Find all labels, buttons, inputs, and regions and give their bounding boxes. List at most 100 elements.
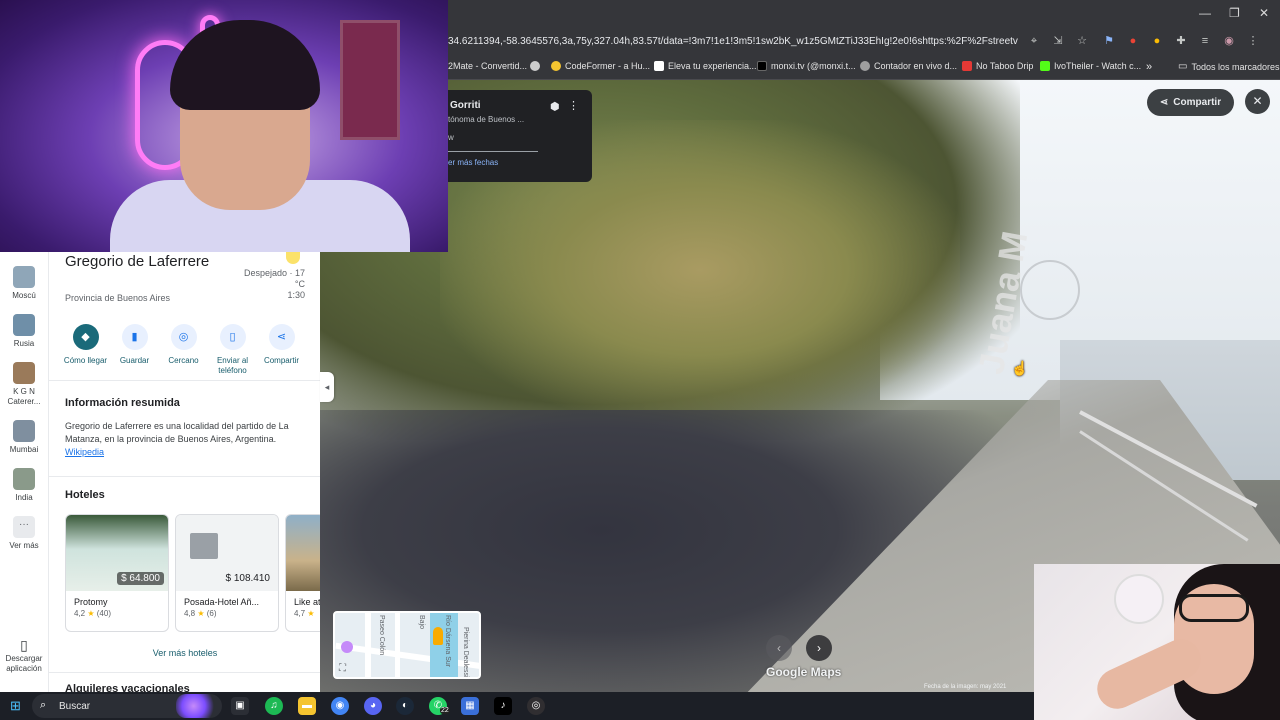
extension-yellow-icon[interactable]: ● bbox=[1150, 34, 1164, 48]
download-app-button[interactable]: ▯ Descargar aplicación bbox=[0, 638, 48, 674]
rail-item-ver-mas[interactable]: ··· Ver más bbox=[0, 516, 48, 550]
minimize-button[interactable]: — bbox=[1199, 6, 1211, 20]
directions-button[interactable]: ◆ Cómo llegar bbox=[61, 324, 110, 376]
store-icon[interactable]: ▦ bbox=[461, 697, 479, 715]
all-bookmarks-folder[interactable]: ▭ Todos los marcadores bbox=[1178, 61, 1280, 72]
task-view-icon[interactable]: ▣ bbox=[231, 697, 249, 715]
bookmark-star-icon[interactable]: ☆ bbox=[1075, 34, 1089, 48]
hotel-name: Like at bbox=[294, 597, 320, 607]
tiktok-icon[interactable]: ♪ bbox=[494, 697, 512, 715]
profile-avatar-icon[interactable]: ◉ bbox=[1222, 34, 1236, 48]
counter-icon bbox=[860, 61, 870, 71]
map-road bbox=[335, 642, 479, 670]
collapse-panel-button[interactable]: ◂ bbox=[320, 372, 334, 402]
steam-icon[interactable]: ◐ bbox=[396, 697, 414, 715]
spotify-icon[interactable]: ♫ bbox=[265, 697, 283, 715]
bookmark-label: Eleva tu experiencia... bbox=[668, 61, 757, 71]
next-arrow-button[interactable]: › bbox=[806, 635, 832, 661]
rail-item-label: Ver más bbox=[9, 541, 39, 550]
rail-item-rusia[interactable]: Rusia bbox=[0, 314, 48, 348]
expand-icon[interactable]: ⛶ bbox=[339, 663, 346, 674]
weather-time: 1:30 bbox=[287, 290, 305, 300]
wikipedia-link[interactable]: Wikipedia bbox=[65, 447, 104, 457]
globe-icon bbox=[530, 61, 540, 71]
bookmarks-overflow-button[interactable]: » bbox=[1146, 61, 1152, 73]
hotel-card[interactable]: $ 64.800 Protomy 4,2 ★ (40) bbox=[65, 514, 169, 632]
close-icon[interactable]: ✕ bbox=[1245, 89, 1270, 114]
street-name: Gorriti bbox=[450, 100, 481, 111]
rail-item-label: Rusia bbox=[13, 339, 35, 348]
rating-value: 4,2 bbox=[74, 609, 86, 618]
windows-start-icon[interactable]: ⊞ bbox=[10, 699, 24, 713]
bookmark-item[interactable]: Eleva tu experiencia... bbox=[654, 61, 757, 71]
vacation-rentals-title: Alquileres vacacionales bbox=[65, 683, 190, 692]
bookmark-item[interactable]: monxi.tv (@monxi.t... bbox=[757, 61, 856, 71]
webcam-streamer bbox=[0, 0, 448, 252]
place-panel: Gregorio de Laferrere Provincia de Bueno… bbox=[48, 252, 320, 692]
close-window-button[interactable]: ✕ bbox=[1259, 6, 1269, 20]
plush-toy bbox=[1114, 574, 1164, 624]
save-button[interactable]: ▮ Guardar bbox=[110, 324, 159, 376]
codeformer-icon bbox=[551, 61, 561, 71]
bookmark-item[interactable] bbox=[530, 61, 540, 71]
more-hotels-link[interactable]: Ver más hoteles bbox=[49, 648, 320, 658]
divider bbox=[49, 380, 320, 381]
bookmark-item[interactable]: Contador en vivo d... bbox=[860, 61, 957, 71]
star-icon: ★ bbox=[87, 609, 95, 618]
file-explorer-icon[interactable]: ▬ bbox=[298, 697, 316, 715]
rail-item-kgn[interactable]: K G N Caterer... bbox=[0, 362, 48, 407]
previous-arrow-button[interactable]: ‹ bbox=[766, 635, 792, 661]
minimap[interactable]: Río Dársena Sur Bajo Paseo Colón Pierina… bbox=[333, 611, 481, 679]
menu-kebab-icon[interactable]: ⋮ bbox=[1246, 34, 1260, 48]
whatsapp-badge: 22 bbox=[440, 707, 450, 714]
hotel-photo bbox=[286, 515, 320, 591]
location-pin-icon[interactable]: ⬢ bbox=[550, 100, 560, 113]
kick-icon bbox=[1040, 61, 1050, 71]
folder-icon: ▭ bbox=[1178, 61, 1188, 72]
bookmark-item[interactable]: IvoTheiler - Watch c... bbox=[1040, 61, 1141, 71]
place-thumbnail bbox=[13, 420, 35, 442]
place-thumbnail bbox=[13, 266, 35, 288]
nearby-button[interactable]: ◎ Cercano bbox=[159, 324, 208, 376]
location-icon[interactable]: ⌖ bbox=[1027, 34, 1041, 48]
restore-button[interactable]: ❐ bbox=[1229, 6, 1240, 20]
hotel-card[interactable]: $ 108.410 Posada-Hotel Añ... 4,8 ★ (6) bbox=[175, 514, 279, 632]
media-icon[interactable]: ≡ bbox=[1198, 34, 1212, 48]
extensions-puzzle-icon[interactable]: ✚ bbox=[1174, 34, 1188, 48]
hotel-rating: 4,7 ★ bbox=[286, 609, 320, 618]
rail-item-label: India bbox=[15, 493, 33, 502]
street-view-tag: w bbox=[448, 133, 454, 142]
directions-icon: ◆ bbox=[72, 324, 99, 350]
bookmark-item[interactable]: No Taboo Drip bbox=[962, 61, 1033, 71]
chrome-icon[interactable]: ◉ bbox=[331, 697, 349, 715]
share-place-button[interactable]: ⋖ Compartir bbox=[257, 324, 306, 376]
send-to-phone-button[interactable]: ▯ Enviar al teléfono bbox=[208, 324, 257, 376]
notaboo-icon bbox=[962, 61, 972, 71]
rail-item-mumbai[interactable]: Mumbai bbox=[0, 420, 48, 454]
obs-icon[interactable]: ◎ bbox=[527, 697, 545, 715]
bookmark-icon: ▮ bbox=[121, 324, 148, 350]
image-date: Fecha de la imagen: may 2021 bbox=[924, 684, 1007, 690]
url-text[interactable]: 34.6211394,-58.3645576,3a,75y,327.04h,83… bbox=[448, 36, 1018, 47]
discord-icon[interactable]: ◕ bbox=[364, 697, 382, 715]
rail-item-india[interactable]: India bbox=[0, 468, 48, 502]
hotel-name: Posada-Hotel Añ... bbox=[184, 597, 260, 607]
summary-body: Gregorio de Laferrere es una localidad d… bbox=[65, 421, 289, 444]
install-icon[interactable]: ⇲ bbox=[1051, 34, 1065, 48]
more-options-icon[interactable]: ⋮ bbox=[568, 99, 579, 112]
bookmark-item[interactable]: 2Mate - Convertid... bbox=[448, 61, 527, 71]
wall-frame bbox=[340, 20, 400, 140]
recent-places-rail: Moscú Rusia K G N Caterer... Mumbai Indi… bbox=[0, 252, 48, 692]
rail-item-moscu[interactable]: Moscú bbox=[0, 266, 48, 300]
extension-red-icon[interactable]: ● bbox=[1126, 34, 1140, 48]
translate-icon[interactable]: ⚑ bbox=[1102, 34, 1116, 48]
hotel-card[interactable]: Like at 4,7 ★ bbox=[285, 514, 320, 632]
star-icon: ★ bbox=[307, 609, 315, 618]
hotel-price: $ 108.410 bbox=[225, 573, 271, 584]
share-button[interactable]: ⋖ Compartir bbox=[1147, 89, 1234, 116]
bookmark-item[interactable]: CodeFormer - a Hu... bbox=[551, 61, 650, 71]
more-dates-link[interactable]: er más fechas bbox=[448, 158, 498, 167]
divider bbox=[49, 672, 320, 673]
action-label: Guardar bbox=[119, 356, 150, 365]
street-city: tónoma de Buenos ... bbox=[448, 115, 525, 124]
